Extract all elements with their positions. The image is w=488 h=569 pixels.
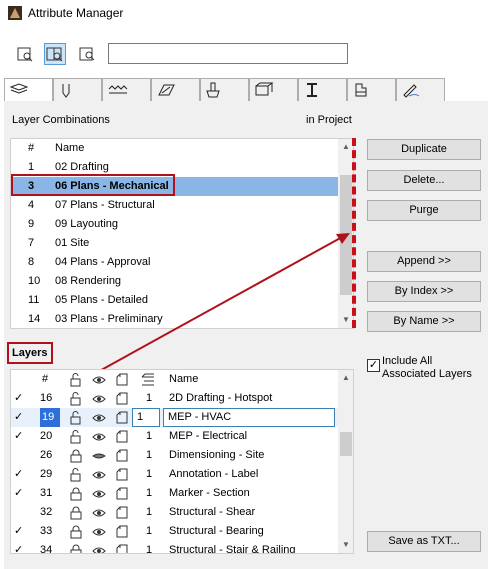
delete-button[interactable]: Delete... bbox=[367, 170, 481, 191]
check-icon: ✓ bbox=[14, 392, 24, 404]
solid-model-icon[interactable] bbox=[115, 525, 129, 539]
lock-icon[interactable] bbox=[69, 544, 83, 554]
lock-icon[interactable] bbox=[69, 449, 83, 463]
row-name: 2D Drafting - Hotspot bbox=[169, 392, 273, 404]
row-name: Structural - Bearing bbox=[169, 525, 264, 537]
col-header-name: Name bbox=[169, 373, 199, 385]
eye-icon[interactable] bbox=[92, 525, 106, 539]
annotation-box-layers bbox=[7, 342, 53, 364]
row-num: 29 bbox=[40, 468, 53, 480]
layer-row[interactable]: 32 1 Structural - Shear bbox=[11, 503, 353, 522]
layer-row[interactable]: ✓ 31 1 Marker - Section bbox=[11, 484, 353, 503]
check-icon: ✓ bbox=[14, 544, 24, 554]
intersection-group[interactable]: 1 bbox=[146, 503, 152, 522]
eye-icon[interactable] bbox=[92, 544, 106, 554]
layer-name-field[interactable]: MEP - HVAC bbox=[163, 408, 335, 427]
unlock-icon[interactable] bbox=[69, 468, 83, 482]
row-name: Structural - Shear bbox=[169, 506, 256, 518]
check-icon: ✓ bbox=[14, 487, 24, 499]
solid-model-icon[interactable] bbox=[115, 430, 129, 444]
eye-icon[interactable] bbox=[92, 468, 106, 482]
eye-header-icon bbox=[92, 376, 106, 384]
col-header-num: # bbox=[42, 373, 49, 385]
row-num: 31 bbox=[40, 487, 53, 499]
intersection-header-icon bbox=[141, 373, 154, 386]
layer-row-selected[interactable]: ✓ 19 1 MEP - HVAC bbox=[11, 408, 338, 427]
lock-header-icon bbox=[70, 373, 81, 387]
row-num: 16 bbox=[40, 392, 53, 404]
solid-model-icon[interactable] bbox=[115, 449, 129, 463]
check-icon: ✓ bbox=[14, 525, 24, 537]
solid-model-icon[interactable] bbox=[115, 506, 129, 520]
solid-model-icon[interactable] bbox=[115, 468, 129, 482]
row-num: 34 bbox=[40, 544, 53, 554]
row-name: Structural - Stair & Railing bbox=[169, 544, 296, 554]
append-button[interactable]: Append >> bbox=[367, 251, 481, 272]
check-icon: ✓ bbox=[14, 430, 24, 442]
unlock-icon[interactable] bbox=[69, 411, 83, 425]
layers-scrollbar[interactable]: ▲ ▼ bbox=[338, 370, 353, 553]
layer-row[interactable]: ✓ 29 1 Annotation - Label bbox=[11, 465, 353, 484]
layer-row[interactable]: ✓ 20 1 MEP - Electrical bbox=[11, 427, 353, 446]
by-name-button[interactable]: By Name >> bbox=[367, 311, 481, 332]
row-name: Dimensioning - Site bbox=[169, 449, 265, 461]
hidden-eye-icon[interactable] bbox=[92, 449, 106, 463]
scroll-thumb[interactable] bbox=[340, 432, 352, 456]
eye-icon[interactable] bbox=[92, 487, 106, 501]
save-as-txt-button[interactable]: Save as TXT... bbox=[367, 531, 481, 552]
intersection-group[interactable]: 1 bbox=[146, 427, 152, 446]
layer-row[interactable]: ✓ 34 1 Structural - Stair & Railing bbox=[11, 541, 353, 554]
intersection-group[interactable]: 1 bbox=[146, 522, 152, 541]
duplicate-button[interactable]: Duplicate bbox=[367, 139, 481, 160]
unlock-icon[interactable] bbox=[69, 430, 83, 444]
wireframe-header-icon bbox=[116, 373, 128, 386]
lock-icon[interactable] bbox=[69, 487, 83, 501]
row-num: 26 bbox=[40, 449, 53, 461]
layer-row[interactable]: ✓ 16 1 2D Drafting - Hotspot bbox=[11, 389, 353, 408]
solid-model-icon[interactable] bbox=[115, 411, 129, 425]
intersection-group[interactable]: 1 bbox=[146, 446, 152, 465]
include-all-checkbox[interactable]: ✓ bbox=[367, 359, 380, 372]
row-num: 19 bbox=[40, 408, 61, 427]
include-all-label: Include All Associated Layers bbox=[382, 355, 472, 380]
scroll-up-icon[interactable]: ▲ bbox=[338, 370, 353, 386]
row-num: 20 bbox=[40, 430, 53, 442]
scroll-down-icon[interactable]: ▼ bbox=[338, 537, 353, 553]
eye-icon[interactable] bbox=[92, 430, 106, 444]
row-num: 32 bbox=[40, 506, 53, 518]
intersection-field[interactable]: 1 bbox=[132, 408, 160, 427]
layer-row[interactable]: 26 1 Dimensioning - Site bbox=[11, 446, 353, 465]
row-name: Annotation - Label bbox=[169, 468, 259, 480]
intersection-group[interactable]: 1 bbox=[146, 465, 152, 484]
solid-model-icon[interactable] bbox=[115, 544, 129, 554]
intersection-group[interactable]: 1 bbox=[146, 389, 152, 408]
by-index-button[interactable]: By Index >> bbox=[367, 281, 481, 302]
layers-list[interactable]: # Name ✓ 16 1 2D Drafting - Hotspot ✓ 19… bbox=[10, 369, 354, 554]
lock-icon[interactable] bbox=[69, 506, 83, 520]
row-name: Marker - Section bbox=[169, 487, 250, 499]
layer-row[interactable]: ✓ 33 1 Structural - Bearing bbox=[11, 522, 353, 541]
eye-icon[interactable] bbox=[92, 411, 106, 425]
solid-model-icon[interactable] bbox=[115, 392, 129, 406]
intersection-group[interactable]: 1 bbox=[146, 484, 152, 503]
eye-icon[interactable] bbox=[92, 392, 106, 406]
lock-icon[interactable] bbox=[69, 525, 83, 539]
row-num: 33 bbox=[40, 525, 53, 537]
solid-model-icon[interactable] bbox=[115, 487, 129, 501]
unlock-icon[interactable] bbox=[69, 392, 83, 406]
row-name: MEP - Electrical bbox=[169, 430, 248, 442]
check-icon: ✓ bbox=[14, 468, 24, 480]
purge-button[interactable]: Purge bbox=[367, 200, 481, 221]
intersection-group[interactable]: 1 bbox=[146, 541, 152, 553]
eye-icon[interactable] bbox=[92, 506, 106, 520]
